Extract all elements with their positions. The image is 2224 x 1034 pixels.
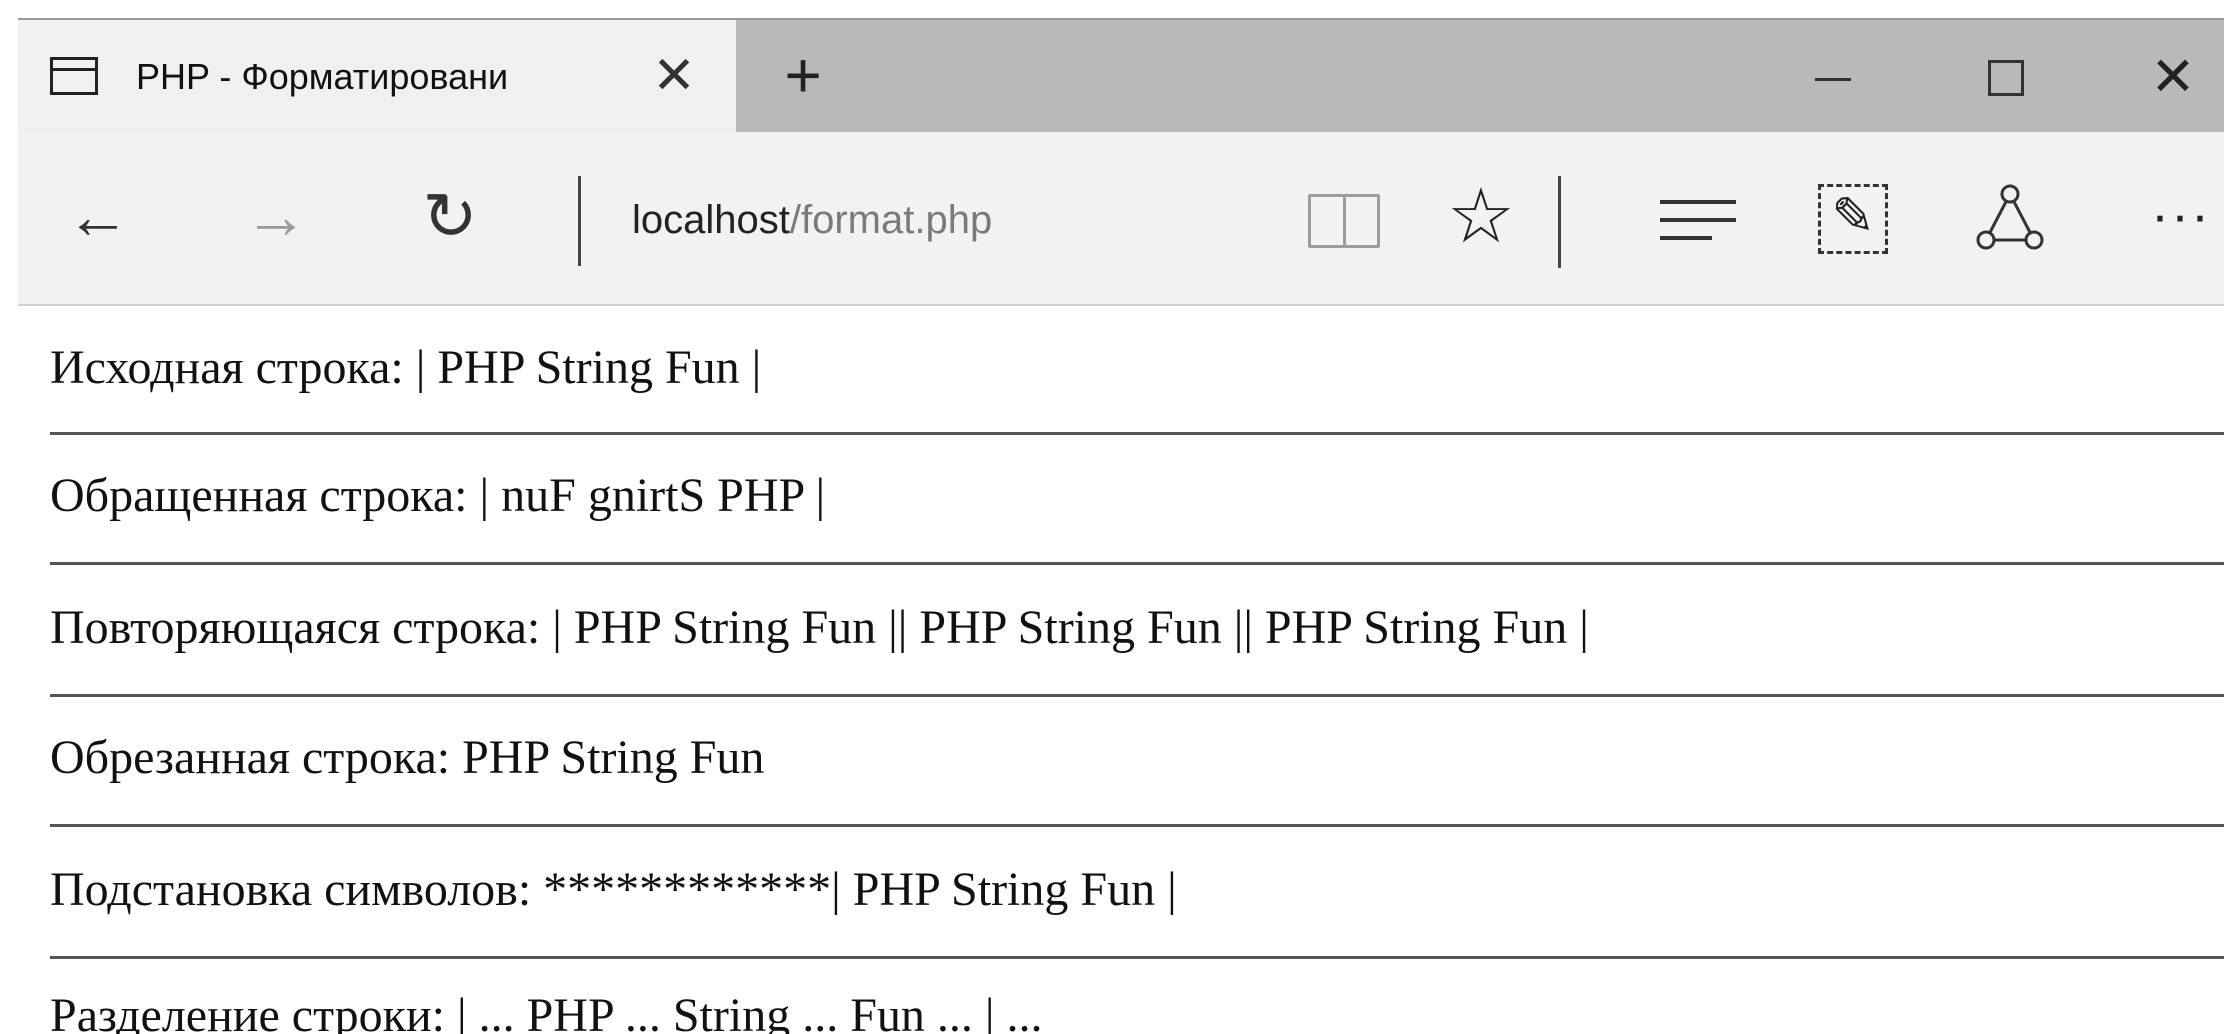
trimmed-string-line: Обрезанная строка: PHP String Fun <box>50 731 765 784</box>
close-icon[interactable]: ✕ <box>646 48 702 104</box>
close-icon[interactable]: ✕ <box>2128 38 2218 116</box>
share-icon[interactable] <box>1972 182 2048 258</box>
browser-window: PHP - Форматировани ✕ + ✕ ← → ↻ localhos… <box>18 18 2224 1034</box>
maximize-icon[interactable] <box>1962 38 2052 116</box>
refresh-icon[interactable]: ↻ <box>410 176 490 256</box>
address-divider <box>578 176 581 266</box>
arrow-left-icon[interactable]: ← <box>58 176 138 256</box>
padded-string-line: Подстановка символов: ************| PHP … <box>50 863 1177 916</box>
navigation-bar: ← → ↻ localhost/format.php ☆ ✎ ··· <box>18 132 2224 306</box>
arrow-right-icon[interactable]: → <box>236 176 316 256</box>
tab-title: PHP - Форматировани <box>136 56 509 97</box>
top-margin <box>0 0 2224 18</box>
book-icon[interactable] <box>1308 194 1380 248</box>
original-string-line: Исходная строка: | PHP String Fun | <box>50 341 762 394</box>
divider <box>50 432 2224 435</box>
url-host: localhost <box>632 198 790 242</box>
split-string-line: Разделение строки: | ... PHP ... String … <box>50 989 1043 1034</box>
url-path: /format.php <box>789 198 993 242</box>
page-icon <box>50 57 98 95</box>
hub-icon[interactable] <box>1660 194 1736 250</box>
divider <box>50 562 2224 565</box>
tab-bar: PHP - Форматировани ✕ + ✕ <box>18 18 2224 134</box>
minimize-icon[interactable] <box>1788 38 1878 116</box>
more-icon[interactable]: ··· <box>2136 180 2224 260</box>
address-bar[interactable]: localhost/format.php <box>632 190 1282 250</box>
plus-icon[interactable]: + <box>770 42 836 108</box>
divider <box>50 956 2224 959</box>
star-icon[interactable]: ☆ <box>1436 172 1526 262</box>
active-tab[interactable]: PHP - Форматировани ✕ <box>18 20 736 134</box>
page-content: Исходная строка: | PHP String Fun | Обра… <box>18 306 2224 1034</box>
divider <box>50 824 2224 827</box>
pen-icon[interactable]: ✎ <box>1818 184 1888 254</box>
repeated-string-line: Повторяющаяся строка: | PHP String Fun |… <box>50 601 1589 654</box>
toolbar-divider <box>1558 176 1561 268</box>
reversed-string-line: Обращенная строка: | nuF gnirtS PHP | <box>50 469 826 522</box>
divider <box>50 694 2224 697</box>
